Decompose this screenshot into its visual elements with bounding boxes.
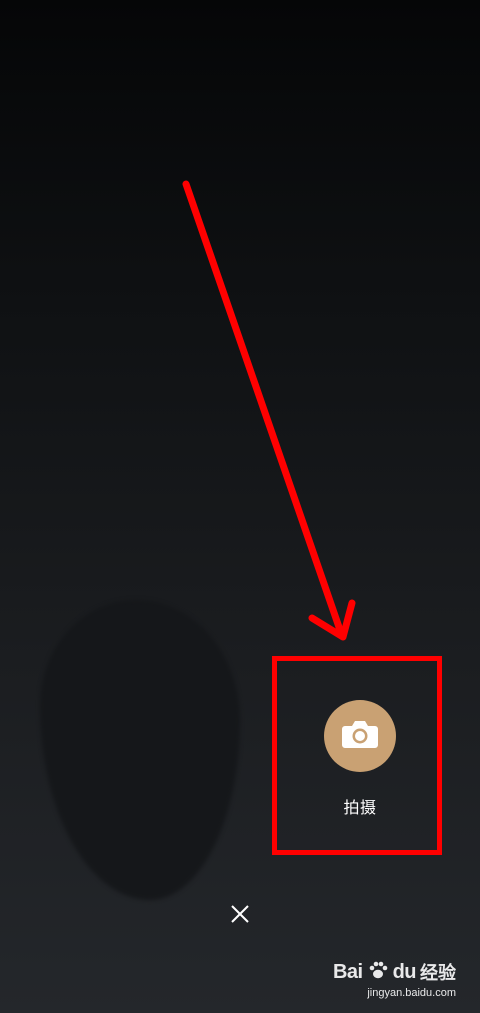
camera-overlay-screen: 拍摄 Bai du 经验 jingyan.baidu.com: [0, 0, 480, 1013]
annotation-arrow: [182, 180, 356, 641]
baidu-jingyan-watermark: Bai du 经验 jingyan.baidu.com: [332, 959, 456, 1000]
shoot-button-circle[interactable]: [324, 700, 396, 772]
camera-icon: [341, 719, 379, 753]
blurred-photo-region: [40, 600, 240, 900]
watermark-url: jingyan.baidu.com: [367, 987, 456, 999]
watermark-logo-text-2: du: [392, 960, 417, 983]
paw-icon: [367, 959, 389, 985]
watermark-logo-text: Bai: [332, 960, 363, 983]
shoot-button[interactable]: 拍摄: [312, 700, 408, 830]
close-button[interactable]: [226, 902, 254, 930]
shoot-label: 拍摄: [343, 798, 377, 817]
watermark-cn-text: 经验: [420, 963, 456, 984]
close-icon: [230, 904, 250, 928]
